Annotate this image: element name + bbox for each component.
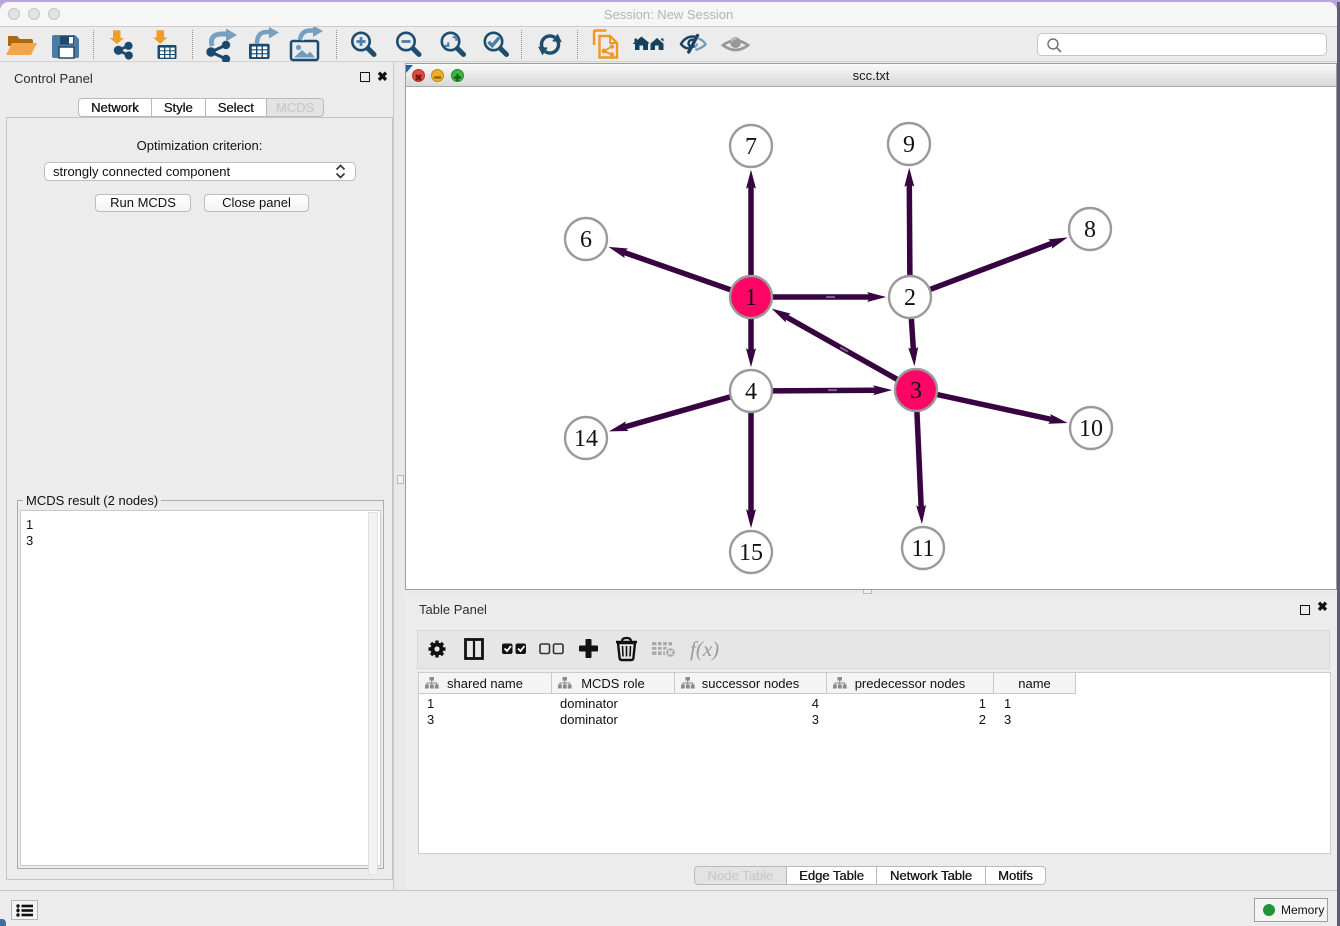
svg-text:f(x): f(x) — [690, 637, 719, 661]
svg-text:8: 8 — [1084, 217, 1096, 243]
svg-text:4: 4 — [745, 379, 757, 405]
svg-text:1: 1 — [745, 285, 757, 311]
svg-text:9: 9 — [903, 132, 915, 158]
svg-text:11: 11 — [911, 536, 934, 562]
svg-text:6: 6 — [580, 227, 592, 253]
svg-text:14: 14 — [574, 426, 598, 452]
svg-text:3: 3 — [910, 378, 922, 404]
svg-text:10: 10 — [1079, 416, 1103, 442]
svg-text:2: 2 — [904, 285, 916, 311]
svg-text:7: 7 — [745, 134, 757, 160]
svg-text:15: 15 — [739, 540, 763, 566]
